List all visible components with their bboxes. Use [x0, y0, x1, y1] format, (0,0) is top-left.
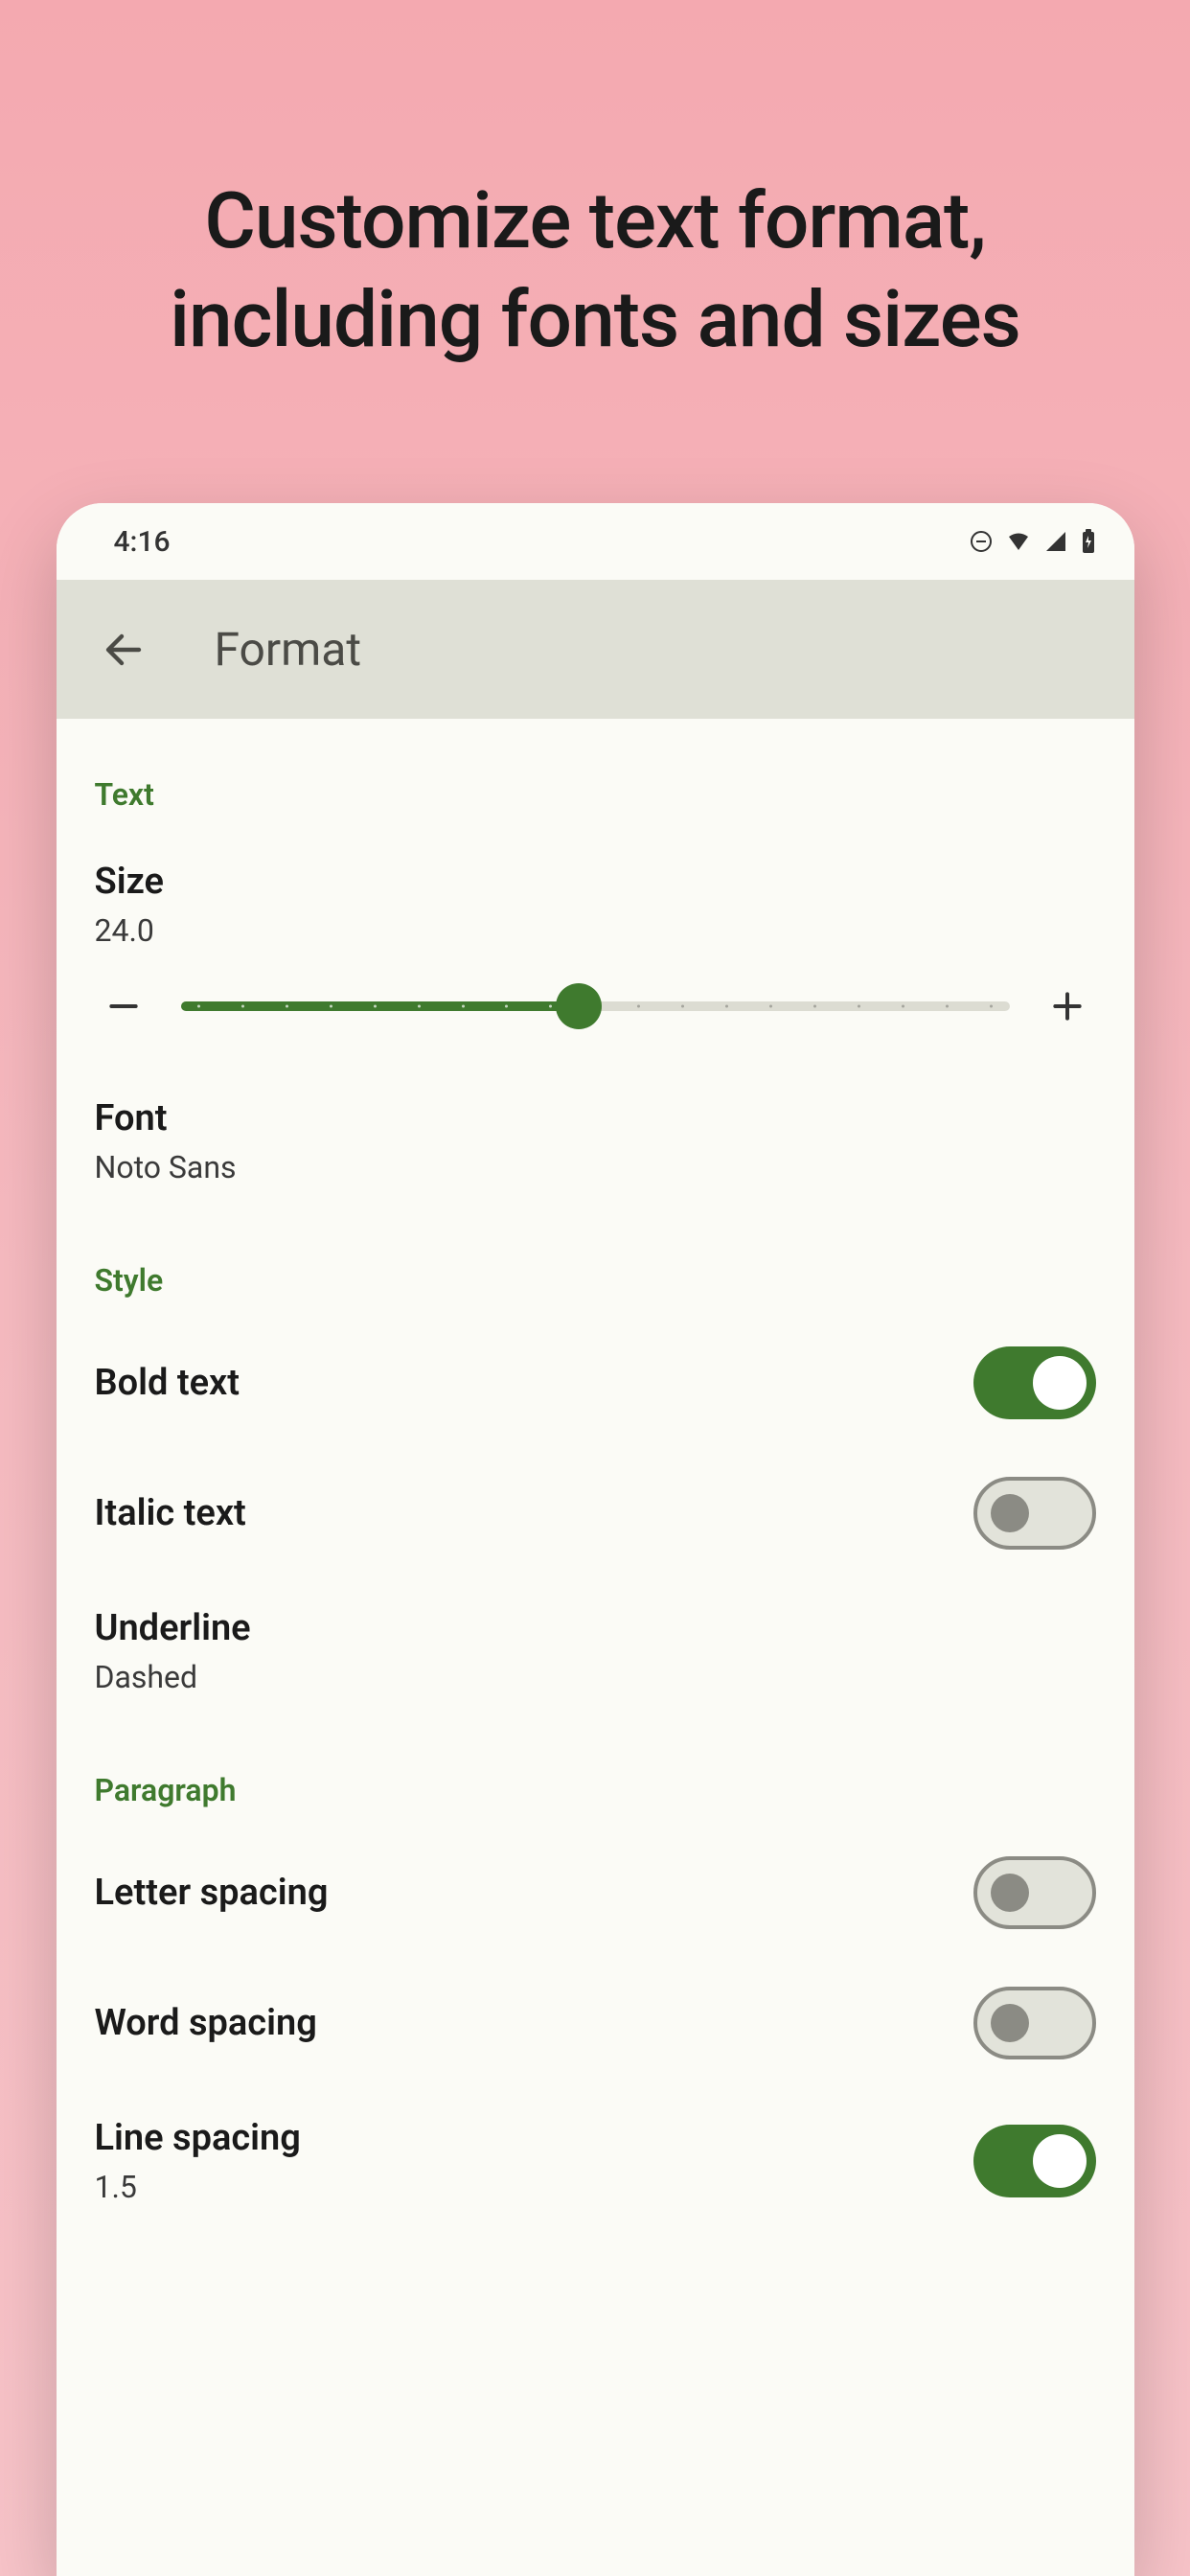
italic-label: Italic text [95, 1492, 246, 1534]
dnd-icon [970, 530, 993, 553]
font-value: Noto Sans [95, 1149, 237, 1185]
back-button[interactable] [85, 611, 162, 688]
letter-spacing-toggle[interactable] [973, 1856, 1096, 1929]
line-spacing-toggle[interactable] [973, 2125, 1096, 2197]
line-spacing-value: 1.5 [95, 2169, 301, 2205]
status-bar: 4:16 [57, 503, 1134, 580]
toggle-thumb [1033, 2134, 1087, 2188]
underline-row[interactable]: Underline Dashed [95, 1607, 1096, 1695]
status-time: 4:16 [114, 525, 171, 559]
toggle-thumb [991, 2004, 1029, 2042]
wifi-icon [1006, 530, 1031, 553]
toggle-thumb [991, 1874, 1029, 1912]
promo-headline-line1: Customize text format, [170, 172, 1020, 271]
cellular-icon [1044, 530, 1067, 553]
slider-thumb[interactable] [556, 983, 602, 1029]
toggle-thumb [991, 1494, 1029, 1532]
bold-row: Bold text [95, 1346, 1096, 1419]
minus-icon [105, 988, 142, 1024]
section-header-text: Text [95, 776, 1096, 813]
promo-headline: Customize text format, including fonts a… [170, 172, 1020, 369]
section-header-style: Style [95, 1262, 1096, 1299]
decrease-button[interactable] [95, 978, 152, 1035]
size-label: Size [95, 861, 164, 903]
section-header-paragraph: Paragraph [95, 1772, 1096, 1808]
increase-button[interactable] [1039, 978, 1096, 1035]
italic-row: Italic text [95, 1477, 1096, 1550]
size-slider[interactable] [181, 987, 1010, 1025]
font-label: Font [95, 1097, 237, 1139]
word-spacing-toggle[interactable] [973, 1987, 1096, 2059]
content: Text Size 24.0 [57, 719, 1134, 2576]
bold-label: Bold text [95, 1362, 240, 1404]
size-slider-row [95, 978, 1096, 1035]
bold-toggle[interactable] [973, 1346, 1096, 1419]
word-spacing-row: Word spacing [95, 1987, 1096, 2059]
underline-label: Underline [95, 1607, 251, 1649]
word-spacing-label: Word spacing [95, 2002, 317, 2044]
letter-spacing-label: Letter spacing [95, 1872, 329, 1914]
page-title: Format [215, 622, 362, 677]
underline-value: Dashed [95, 1659, 251, 1695]
toggle-thumb [1033, 1356, 1087, 1410]
line-spacing-row: Line spacing 1.5 [95, 2117, 1096, 2205]
font-row[interactable]: Font Noto Sans [95, 1097, 1096, 1185]
plus-icon [1049, 988, 1086, 1024]
size-row: Size 24.0 [95, 861, 1096, 949]
arrow-left-icon [101, 627, 147, 673]
italic-toggle[interactable] [973, 1477, 1096, 1550]
letter-spacing-row: Letter spacing [95, 1856, 1096, 1929]
line-spacing-label: Line spacing [95, 2117, 301, 2159]
app-bar: Format [57, 580, 1134, 719]
promo-headline-line2: including fonts and sizes [170, 271, 1020, 370]
status-icons [970, 529, 1096, 554]
phone-frame: 4:16 Format Text Size 24.0 [57, 503, 1134, 2576]
battery-icon [1081, 529, 1096, 554]
size-value: 24.0 [95, 912, 164, 949]
